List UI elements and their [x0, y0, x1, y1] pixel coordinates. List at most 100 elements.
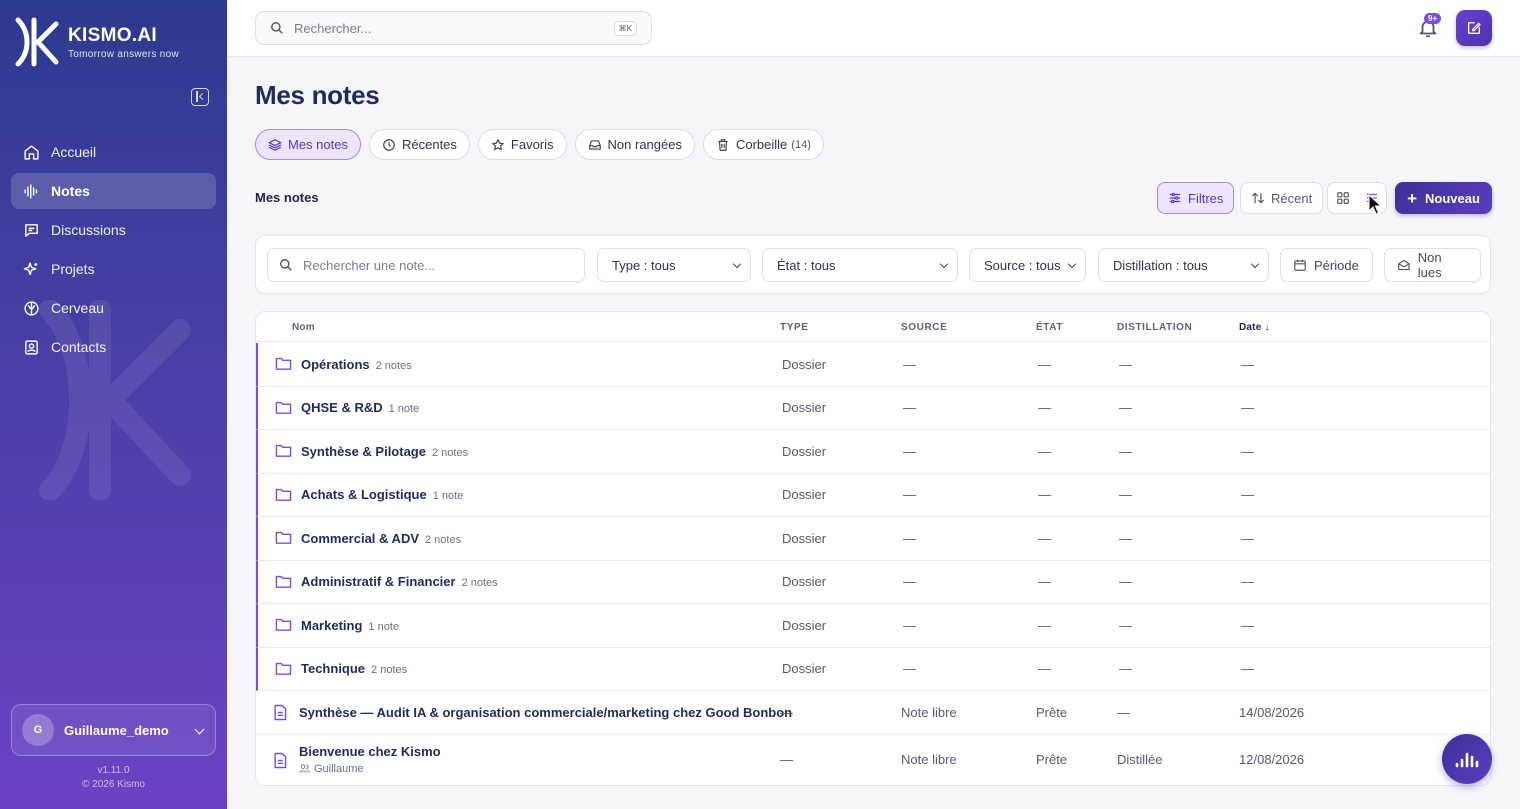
row-state: — — [1038, 400, 1051, 416]
folder-icon — [275, 443, 292, 463]
grid-view-icon[interactable] — [1336, 191, 1350, 205]
sidebar-item-notes[interactable]: Notes — [11, 173, 216, 209]
sidebar-item-contacts[interactable]: Contacts — [11, 329, 216, 365]
tab-non-rangees[interactable]: Non rangées — [574, 129, 695, 160]
sidebar-item-accueil[interactable]: Accueil — [11, 134, 216, 170]
tab-mes-notes[interactable]: Mes notes — [255, 129, 361, 160]
search-input[interactable] — [294, 20, 594, 36]
row-type: Dossier — [782, 400, 827, 416]
row-type: Dossier — [782, 661, 827, 677]
table-row[interactable]: Administratif & Financier 2 notes Dossier —… — [256, 560, 1490, 604]
row-state: Prête — [1036, 704, 1068, 720]
brand-logo[interactable]: KISMO.AI Tomorrow answers now — [14, 16, 179, 68]
row-name[interactable]: Bienvenue chez Kismo — [299, 744, 441, 759]
sort-desc-icon: ↓ — [1264, 322, 1270, 333]
row-type: — — [780, 752, 793, 767]
note-search[interactable] — [267, 248, 585, 282]
row-note-count: 1 note — [368, 620, 399, 633]
state-select[interactable]: État : tous — [762, 248, 958, 282]
voice-assistant-button[interactable] — [1442, 734, 1492, 784]
row-state: — — [1038, 617, 1051, 633]
column-name[interactable]: Nom — [292, 322, 315, 333]
kismo-logo-icon — [15, 17, 59, 67]
global-search[interactable]: ⌘K — [255, 11, 652, 45]
row-date: — — [1241, 530, 1254, 546]
row-name[interactable]: Administratif & Financier 2 notes — [301, 574, 498, 589]
type-select[interactable]: Type : tous — [597, 248, 751, 282]
sidebar-item-label: Cerveau — [51, 300, 104, 316]
tab-corbeille[interactable]: Corbeille (14) — [702, 129, 824, 160]
column-state[interactable]: ÉTAT — [1036, 322, 1063, 333]
column-distillation[interactable]: DISTILLATION — [1117, 322, 1192, 333]
row-date: — — [1241, 400, 1254, 416]
notes-table: Nom TYPE SOURCE ÉTAT DISTILLATION Date ↓… — [255, 311, 1491, 786]
table-row[interactable]: Synthèse & Pilotage 2 notes Dossier — — — — — [256, 430, 1490, 474]
sidebar-item-cerveau[interactable]: Cerveau — [11, 290, 216, 326]
column-type[interactable]: TYPE — [780, 322, 809, 333]
unread-button[interactable]: Non lues — [1384, 248, 1481, 282]
tab-recentes[interactable]: Récentes — [368, 129, 470, 160]
table-row[interactable]: Marketing 1 note Dossier — — — — — [256, 604, 1490, 648]
trash-count: (14) — [791, 138, 811, 151]
row-name[interactable]: Technique 2 notes — [301, 661, 407, 676]
row-type: Dossier — [782, 617, 827, 633]
table-row[interactable]: Synthèse — Audit IA & organisation comme… — [256, 691, 1490, 735]
sidebar-item-label: Projets — [51, 261, 95, 277]
row-source: — — [903, 400, 916, 416]
row-name[interactable]: Marketing 1 note — [301, 618, 399, 633]
chat-icon — [22, 221, 40, 239]
row-state: Prête — [1036, 752, 1068, 767]
row-name[interactable]: Commercial & ADV 2 notes — [301, 531, 461, 546]
row-name-text: Opérations — [301, 356, 370, 372]
table-row[interactable]: QHSE & R&D 1 note Dossier — — — — — [256, 386, 1490, 430]
row-distillation: — — [1119, 487, 1132, 503]
distillation-select[interactable]: Distillation : tous — [1098, 248, 1269, 282]
sidebar-item-discussions[interactable]: Discussions — [11, 212, 216, 248]
section-label: Mes notes — [255, 190, 319, 205]
period-button[interactable]: Période — [1280, 248, 1373, 282]
note-search-input[interactable] — [303, 257, 563, 273]
row-name-text: Commercial & ADV — [301, 530, 419, 546]
user-menu[interactable]: G Guillaume_demo — [11, 704, 216, 756]
row-state: — — [1038, 574, 1051, 590]
row-note-count: 2 notes — [461, 577, 498, 590]
collapse-sidebar-icon[interactable] — [191, 88, 209, 106]
inbox-icon — [588, 138, 602, 152]
row-name[interactable]: Opérations 2 notes — [301, 357, 412, 372]
filter-bar: Type : tous État : tous Source : tous Di… — [255, 235, 1491, 294]
table-row[interactable]: Achats & Logistique 1 note Dossier — — — — — [256, 473, 1490, 517]
row-name[interactable]: Achats & Logistique 1 note — [301, 487, 463, 502]
sort-button[interactable]: Récent — [1240, 182, 1324, 214]
table-row[interactable]: Technique 2 notes Dossier — — — — — [256, 647, 1490, 691]
sidebar-item-label: Discussions — [51, 222, 126, 238]
row-type: Dossier — [782, 574, 827, 590]
new-note-button[interactable]: + Nouveau — [1395, 182, 1492, 214]
row-name-text: Technique — [301, 661, 366, 677]
sidebar-item-projets[interactable]: Projets — [11, 251, 216, 287]
column-source[interactable]: SOURCE — [901, 322, 947, 333]
folder-icon — [275, 661, 292, 681]
row-name[interactable]: QHSE & R&D 1 note — [301, 400, 419, 415]
table-row[interactable]: Commercial & ADV 2 notes Dossier — — — — — [256, 517, 1490, 561]
table-row[interactable]: Opérations 2 notes Dossier — — — — — [256, 343, 1490, 387]
tab-favoris[interactable]: Favoris — [477, 129, 567, 160]
folder-icon — [275, 530, 292, 550]
row-date: — — [1241, 487, 1254, 503]
compose-button[interactable] — [1456, 10, 1492, 46]
source-select[interactable]: Source : tous — [969, 248, 1086, 282]
filters-button[interactable]: Filtres — [1157, 182, 1235, 214]
search-icon — [280, 259, 292, 271]
row-type: Dossier — [782, 443, 827, 459]
page-title: Mes notes — [255, 80, 380, 110]
row-source: Note libre — [901, 704, 957, 720]
audio-bars-icon — [1455, 752, 1479, 768]
row-source: — — [903, 574, 916, 590]
table-row[interactable]: Bienvenue chez Kismo Guillaume — Note libre… — [256, 735, 1490, 785]
row-name[interactable]: Synthèse & Pilotage 2 notes — [301, 444, 468, 459]
row-source: — — [903, 443, 916, 459]
row-date: 14/08/2026 — [1239, 704, 1305, 720]
row-name[interactable]: Synthèse — Audit IA & organisation comme… — [299, 705, 792, 720]
row-state: — — [1038, 356, 1051, 372]
column-date[interactable]: Date ↓ — [1239, 322, 1270, 333]
folder-icon — [275, 400, 292, 420]
